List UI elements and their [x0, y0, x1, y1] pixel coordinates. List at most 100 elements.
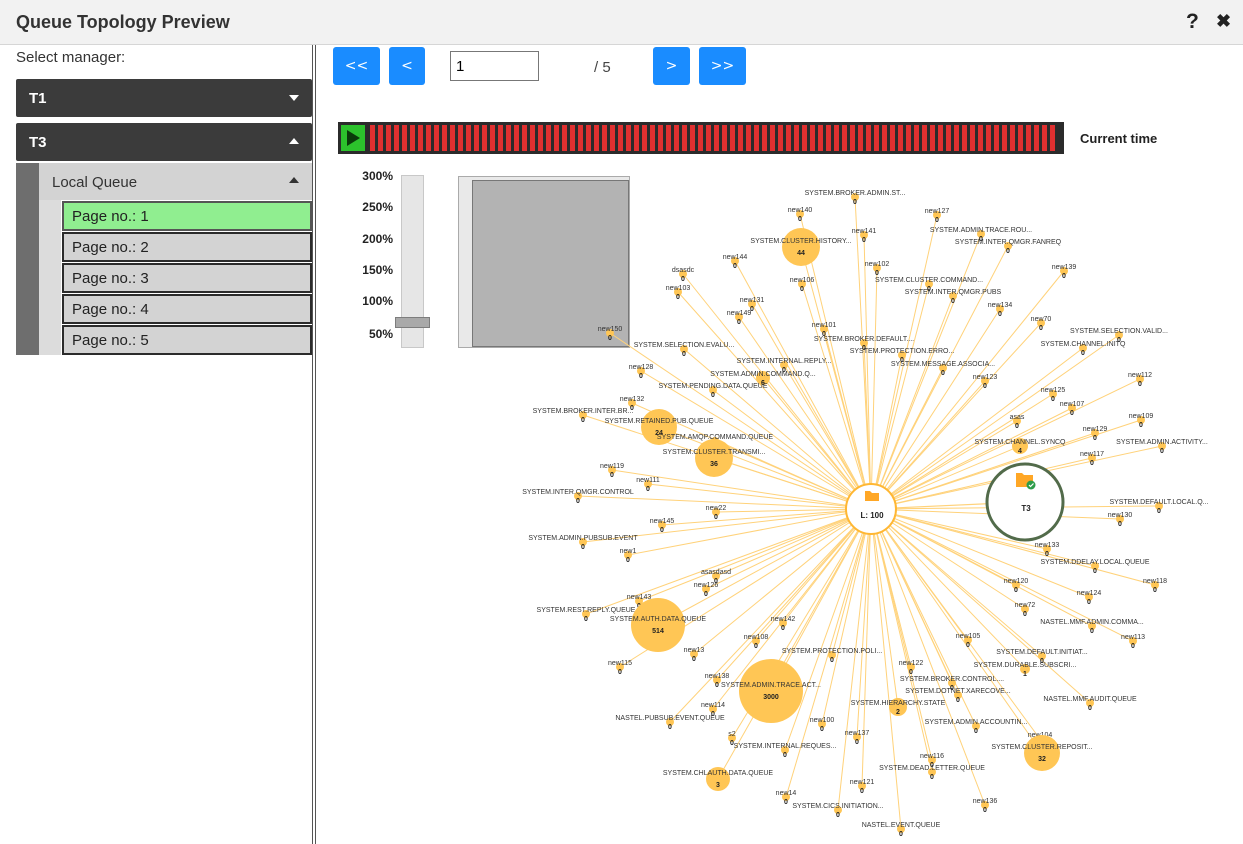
queue-node-name: SYSTEM.BROKER.ADMIN.ST... [805, 190, 906, 197]
queue-node[interactable]: SYSTEM.DDELAY.LOCAL.QUEUE 0 [1040, 559, 1149, 575]
queue-node[interactable]: new121 0 [850, 779, 875, 795]
page-item-4[interactable]: Page no.: 4 [62, 294, 312, 324]
queue-node-count: 0 [899, 831, 903, 838]
queue-node-count: 0 [715, 682, 719, 689]
play-icon[interactable] [341, 125, 365, 151]
page-item-1[interactable]: Page no.: 1 [62, 201, 312, 231]
queue-node[interactable]: SYSTEM.CLUSTER.HISTORY... 44 [750, 228, 852, 266]
queue-node-name: new137 [845, 730, 870, 737]
queue-node[interactable]: dsasdc 0 [672, 267, 695, 283]
queue-node-circle[interactable] [782, 228, 820, 266]
queue-node[interactable]: NASTEL.PUBSUB.EVENT.QUEUE 0 [615, 715, 725, 731]
queue-node-count: 514 [652, 628, 664, 635]
queue-node[interactable]: SYSTEM.CICS.INITIATION... 0 [792, 803, 883, 819]
queue-node[interactable]: asas 0 [1010, 414, 1025, 430]
graph-edge [870, 508, 986, 806]
queue-node-count: 3 [716, 782, 720, 789]
local-queue-header[interactable]: Local Queue [39, 163, 312, 200]
queue-node[interactable]: new102 0 [865, 261, 890, 277]
queue-node[interactable]: new149 0 [727, 310, 752, 326]
queue-node[interactable]: new103 0 [666, 285, 691, 301]
next-page-button[interactable]: > [653, 47, 690, 85]
queue-node[interactable]: new127 0 [925, 208, 950, 224]
queue-node-circle[interactable] [631, 598, 685, 652]
queue-node-name: SYSTEM.ADMIN.COMMAND.Q... [710, 371, 815, 378]
queue-node[interactable]: SYSTEM.CHANNEL.INITQ 0 [1041, 341, 1126, 357]
timeline-ticks[interactable] [370, 125, 1058, 151]
topology-graph[interactable]: SYSTEM.BROKER.ADMIN.ST...0new1400new1270… [316, 160, 1243, 844]
queue-node-name: SYSTEM.HIERARCHY.STATE [851, 700, 946, 707]
queue-node[interactable]: new105 0 [956, 633, 981, 649]
queue-node[interactable]: new142 0 [771, 616, 796, 632]
queue-node[interactable]: new108 0 [744, 634, 769, 650]
queue-node-name: new136 [973, 798, 998, 805]
queue-node[interactable]: SYSTEM.DEAD.LETTER.QUEUE 0 [879, 765, 985, 781]
queue-node-circle[interactable] [1024, 735, 1060, 771]
queue-node[interactable]: new139 0 [1052, 264, 1077, 280]
queue-node[interactable]: new136 0 [973, 798, 998, 814]
queue-node[interactable]: new134 0 [988, 302, 1013, 318]
queue-node[interactable]: new126 0 [694, 582, 719, 598]
queue-node[interactable]: NASTEL.MMF.ADMIN.COMMA... 0 [1040, 619, 1144, 635]
queue-node[interactable]: new115 0 [608, 660, 632, 676]
queue-node[interactable]: SYSTEM.BROKER.ADMIN.ST... 0 [805, 190, 906, 206]
queue-node[interactable]: new123 0 [973, 374, 998, 390]
manager-t1-header[interactable]: T1 [16, 79, 312, 117]
queue-node[interactable]: new22 0 [706, 505, 727, 521]
queue-node[interactable]: NASTEL.EVENT.QUEUE 0 [862, 822, 941, 838]
page-item-3[interactable]: Page no.: 3 [62, 263, 312, 293]
queue-node[interactable]: new124 0 [1077, 590, 1102, 606]
queue-node[interactable]: SYSTEM.CLUSTER.TRANSMI... 36 [663, 439, 766, 477]
queue-node[interactable]: new128 0 [629, 364, 654, 380]
queue-node[interactable]: new122 0 [899, 660, 924, 676]
queue-node-name: SYSTEM.CLUSTER.TRANSMI... [663, 449, 766, 456]
last-page-button[interactable]: >> [699, 47, 746, 85]
prev-page-button[interactable]: < [389, 47, 425, 85]
queue-node-count: 0 [951, 298, 955, 305]
queue-node-circle[interactable] [695, 439, 733, 477]
queue-node[interactable]: new107 0 [1060, 401, 1085, 417]
queue-node-count: 44 [797, 250, 805, 257]
queue-node[interactable]: new1 0 [620, 548, 637, 564]
queue-node[interactable]: new13 0 [684, 647, 705, 663]
queue-node[interactable]: SYSTEM.INTERNAL.REQUES... 0 [734, 743, 837, 759]
queue-node[interactable]: new129 0 [1083, 426, 1108, 442]
queue-node-name: SYSTEM.INTER.QMGR.CONTROL [522, 489, 634, 496]
queue-node[interactable]: SYSTEM.CLUSTER.REPOSIT... 32 [991, 735, 1093, 771]
queue-node[interactable]: new144 0 [723, 254, 748, 270]
queue-node[interactable]: SYSTEM.ADMIN.ACCOUNTIN... 0 [925, 719, 1028, 735]
manager-t3-header[interactable]: T3 [16, 123, 312, 161]
queue-node[interactable]: new72 0 [1015, 602, 1036, 618]
queue-node[interactable]: NASTEL.MMF.AUDIT.QUEUE 0 [1043, 696, 1137, 712]
queue-node[interactable]: new140 0 [788, 207, 813, 223]
queue-node[interactable]: SYSTEM.SELECTION.EVALU... 0 [634, 342, 735, 358]
queue-node-count: 0 [1093, 568, 1097, 575]
queue-node[interactable]: SYSTEM.CHLAUTH.DATA.QUEUE 3 [663, 767, 774, 791]
queue-node[interactable]: SYSTEM.INTER.QMGR.FANREQ 0 [955, 239, 1062, 255]
queue-node-count: 0 [930, 774, 934, 781]
queue-node[interactable]: new137 0 [845, 730, 870, 746]
queue-node[interactable]: new130 0 [1108, 512, 1133, 528]
queue-node[interactable]: SYSTEM.PROTECTION.POLI... 0 [782, 648, 882, 664]
queue-node-circle[interactable] [739, 659, 803, 723]
help-icon[interactable]: ? [1186, 10, 1199, 34]
first-page-button[interactable]: << [333, 47, 380, 85]
page-item-2[interactable]: Page no.: 2 [62, 232, 312, 262]
queue-node-name: new144 [723, 254, 748, 261]
queue-node[interactable]: SYSTEM.INTER.QMGR.CONTROL 0 [522, 489, 634, 505]
queue-node-name: new134 [988, 302, 1013, 309]
close-icon[interactable]: ✖ [1216, 11, 1231, 32]
queue-node[interactable]: new150 0 [598, 326, 623, 342]
queue-node[interactable]: new112 0 [1128, 372, 1152, 388]
page-number-input[interactable] [450, 51, 539, 81]
queue-node[interactable]: new70 0 [1031, 316, 1052, 332]
queue-node[interactable]: new141 0 [852, 228, 877, 244]
queue-node[interactable]: new109 0 [1129, 413, 1154, 429]
queue-node-name: new133 [1035, 542, 1060, 549]
hub-node-circle[interactable] [845, 483, 897, 535]
queue-node[interactable]: new118 0 [1143, 578, 1167, 594]
window-title: Queue Topology Preview [16, 12, 230, 32]
queue-node[interactable]: new113 0 [1121, 634, 1145, 650]
queue-node[interactable]: new100 0 [810, 717, 835, 733]
page-item-5[interactable]: Page no.: 5 [62, 325, 312, 355]
